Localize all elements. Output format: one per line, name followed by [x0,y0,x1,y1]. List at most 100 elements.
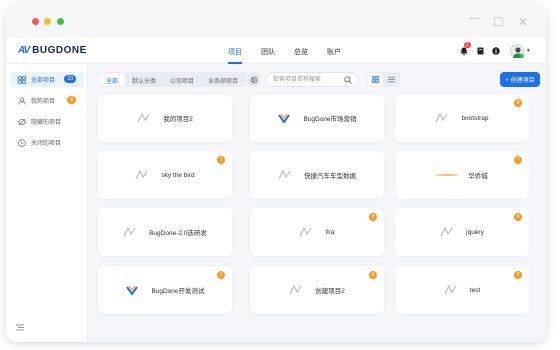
info-icon[interactable] [490,45,502,57]
user-icon [18,96,26,105]
project-name: fira [325,228,335,236]
project-card[interactable]: 快捷汽车车型数据 [250,151,384,199]
grid-icon [18,75,26,84]
sidebar-item-label: 关闭的项目 [31,141,62,147]
view-toggle [366,72,400,87]
grid-view-button[interactable] [367,73,383,86]
project-name: 快捷汽车车型数据 [304,173,356,180]
project-name: BugDone市场营销 [303,116,357,123]
project-count-badge: 8 [369,213,377,221]
brand-logo[interactable]: AV BUGDONE [18,45,87,56]
project-card[interactable]: bootstrap 8 [395,94,529,142]
close-dot-button[interactable] [32,18,39,25]
sidebar-item-all-projects[interactable]: 全部项目 23 [10,72,84,87]
project-name: bootstrap [461,114,489,122]
project-name: sky the bird [161,171,195,179]
list-view-button[interactable] [383,73,399,86]
notification-badge: 1 [464,42,471,48]
header-actions: 1 ▼ [458,42,531,58]
project-count-badge: 7 [514,156,522,164]
logo-text: BUGDONE [32,45,87,56]
filter-tab-business[interactable]: 业务部项目 [201,73,245,86]
project-card[interactable]: 华侨城 7 [395,151,529,199]
logo-mark: AV [18,45,30,56]
project-placeholder-icon [440,227,453,237]
sidebar-item-hidden-projects[interactable]: 隐藏的项目 [10,114,84,129]
sidebar-item-closed-projects[interactable]: 关闭的项目 [10,135,84,150]
bugdone-logo-icon [126,285,139,295]
project-name: test [469,286,481,294]
app-window: — ☐ ✕ AV BUGDONE 项目 团队 总览 账户 1 ▼ 全部项目 23… [6,4,546,342]
list-view-icon [387,76,395,83]
online-status-dot [520,54,524,58]
project-card[interactable]: fira 8 [250,208,384,256]
project-card[interactable]: BugDone-2.0迭研发 [98,208,232,256]
book-icon[interactable] [474,45,486,57]
category-filter-tabs: 全部 默认分类 公司项目 业务部项目 [98,72,247,87]
user-avatar[interactable] [510,44,524,58]
bell-icon[interactable]: 1 [458,42,471,57]
nav-tab-team[interactable]: 团队 [261,38,275,64]
filter-tab-default[interactable]: 默认分类 [125,73,163,86]
filter-tab-all[interactable]: 全部 [99,73,126,86]
project-count-badge: 7 [217,156,225,164]
app-header: AV BUGDONE 项目 团队 总览 账户 1 ▼ [6,38,546,64]
project-placeholder-icon [444,285,457,295]
project-name: 我的项目2 [163,116,193,123]
filter-tab-company[interactable]: 公司项目 [163,73,201,86]
project-count-badge: 8 [514,271,522,279]
sidebar-item-label: 我的项目 [31,99,56,105]
zoom-dot-button[interactable] [57,18,64,25]
sidebar: 全部项目 23 我的项目 8 隐藏的项目 关闭的项目 [6,64,88,342]
project-placeholder-icon [435,113,448,123]
count-badge: 23 [64,75,76,83]
chevron-down-icon[interactable]: ▼ [526,48,531,54]
count-badge: 8 [67,96,76,104]
project-placeholder-icon [299,227,312,237]
close-icon[interactable]: ✕ [518,15,528,29]
project-count-badge: 8 [514,99,522,107]
project-count-badge: 8 [369,271,377,279]
search-input[interactable] [273,75,343,85]
project-card[interactable]: BugDone市场营销 [250,94,384,142]
maximize-icon[interactable]: ☐ [493,15,504,29]
project-name: BugDone-2.0迭研发 [149,230,207,237]
project-card[interactable]: BugDone开发测试 7 [98,266,232,314]
bugdone-logo-icon [278,113,291,123]
settings-button[interactable] [246,72,261,87]
project-card[interactable]: 创建项目2 8 [250,266,384,314]
project-placeholder-icon [123,227,136,237]
minimize-dot-button[interactable] [44,18,51,25]
create-project-button[interactable]: + 创建项目 [500,72,540,87]
minimize-icon[interactable]: — [468,11,480,25]
settings-icon [250,76,257,83]
nav-tab-projects[interactable]: 项目 [228,38,242,64]
eye-off-icon [18,118,26,125]
project-card[interactable]: sky the bird 7 [98,151,232,199]
project-placeholder-icon [135,170,148,180]
main-nav: 项目 团队 总览 账户 [228,38,360,64]
project-name: 创建项目2 [315,288,345,295]
grid-view-icon [371,76,379,83]
project-card[interactable]: jquery 8 [395,208,529,256]
project-count-badge: 8 [514,213,522,221]
project-placeholder-icon [278,170,291,180]
nav-tab-overview[interactable]: 总览 [294,38,308,64]
project-name: BugDone开发测试 [151,288,205,295]
circle-close-icon [18,138,26,147]
project-placeholder-icon [137,113,150,123]
project-name: 华侨城 [468,173,488,180]
project-card[interactable]: test 8 [395,266,529,314]
search-box [266,72,358,87]
nav-tab-account[interactable]: 账户 [327,38,341,64]
search-icon[interactable] [344,76,352,84]
project-thumbnail-icon [436,174,459,176]
sidebar-item-my-projects[interactable]: 我的项目 8 [10,93,84,108]
title-bar: — ☐ ✕ [6,4,546,38]
sidebar-item-label: 隐藏的项目 [31,120,62,126]
project-name: jquery [466,228,484,236]
project-card[interactable]: 我的项目2 [98,94,232,142]
project-placeholder-icon [289,285,302,295]
collapse-sidebar-icon[interactable] [16,324,24,331]
sidebar-item-label: 全部项目 [31,78,56,84]
